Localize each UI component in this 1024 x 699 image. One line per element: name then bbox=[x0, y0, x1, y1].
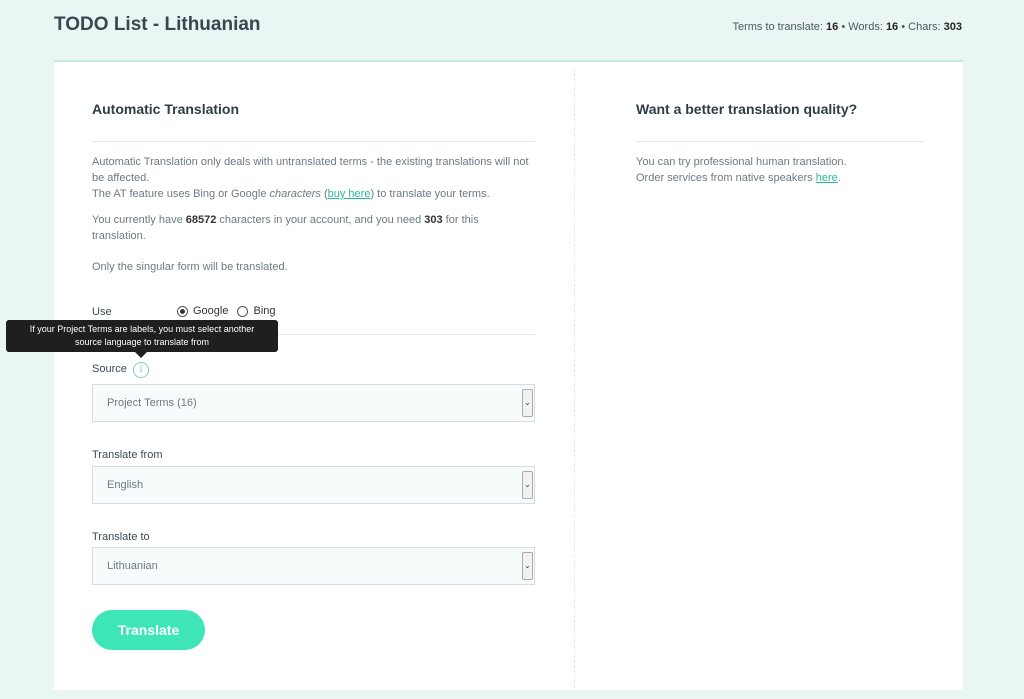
chars-label: Chars: bbox=[908, 21, 941, 33]
source-label: Source bbox=[92, 363, 127, 375]
characters-emphasis: characters bbox=[269, 188, 321, 200]
intro-text: Automatic Translation only deals with un… bbox=[92, 154, 529, 202]
words-label: Words: bbox=[848, 21, 883, 33]
balance-text-part: You currently have bbox=[92, 214, 186, 226]
human-translation-text-part: Order services from native speakers bbox=[636, 172, 816, 184]
translate-to-label: Translate to bbox=[92, 531, 150, 543]
project-stats: Terms to translate: 16 • Words: 16 • Cha… bbox=[732, 21, 962, 33]
translate-from-value: English bbox=[107, 479, 144, 491]
translate-to-value: Lithuanian bbox=[107, 560, 158, 572]
intro-line: The AT feature uses Bing or Google chara… bbox=[92, 186, 529, 202]
top-bar: TODO List - Lithuanian Terms to translat… bbox=[0, 0, 1024, 60]
use-label: Use bbox=[92, 306, 112, 318]
human-translation-line: Order services from native speakers here… bbox=[636, 170, 847, 186]
info-icon[interactable]: i bbox=[133, 362, 149, 378]
bing-radio-label[interactable]: Bing bbox=[253, 305, 275, 317]
chevron-down-icon[interactable]: ⌄ bbox=[522, 389, 533, 417]
buy-here-link[interactable]: buy here bbox=[328, 188, 371, 200]
balance-text-part: characters in your account, and you need bbox=[216, 214, 425, 226]
terms-value: 16 bbox=[826, 21, 839, 33]
page-title: TODO List - Lithuanian bbox=[54, 14, 261, 35]
words-value: 16 bbox=[885, 21, 899, 33]
needed-chars: 303 bbox=[424, 214, 443, 226]
chevron-down-icon[interactable]: ⌄ bbox=[522, 552, 533, 580]
intro-text-part: The AT feature uses Bing or Google bbox=[92, 188, 270, 200]
google-radio-label[interactable]: Google bbox=[193, 305, 228, 317]
translate-button[interactable]: Translate bbox=[92, 610, 205, 650]
human-translation-text: You can try professional human translati… bbox=[636, 154, 847, 186]
translate-to-select[interactable]: Lithuanian ⌄ bbox=[92, 547, 535, 585]
here-link[interactable]: here bbox=[816, 172, 838, 184]
terms-label: Terms to translate: bbox=[732, 21, 823, 33]
bing-radio[interactable] bbox=[237, 305, 249, 317]
translate-from-select[interactable]: English ⌄ bbox=[92, 466, 535, 504]
balance-line: translation. bbox=[92, 230, 146, 242]
google-radio[interactable] bbox=[177, 305, 188, 317]
separator: • bbox=[901, 21, 906, 33]
intro-text-part: ) to translate your terms. bbox=[370, 188, 490, 200]
balance-text: You currently have 68572 characters in y… bbox=[92, 212, 479, 244]
translation-card: Automatic Translation Automatic Translat… bbox=[54, 60, 963, 690]
intro-line: Automatic Translation only deals with un… bbox=[92, 156, 529, 168]
singular-note: Only the singular form will be translate… bbox=[92, 261, 288, 273]
balance-chars: 68572 bbox=[185, 214, 217, 226]
divider bbox=[92, 141, 535, 142]
automatic-translation-title: Automatic Translation bbox=[92, 101, 240, 117]
better-quality-title: Want a better translation quality? bbox=[636, 101, 858, 117]
balance-line: You currently have 68572 characters in y… bbox=[92, 212, 479, 228]
intro-text-part: ( bbox=[320, 188, 328, 200]
tooltip-line: source language to translate from bbox=[74, 337, 210, 347]
chevron-down-icon[interactable]: ⌄ bbox=[522, 471, 533, 499]
source-select-value: Project Terms (16) bbox=[107, 397, 197, 409]
tooltip-line: If your Project Terms are labels, you mu… bbox=[29, 324, 255, 334]
chars-value: 303 bbox=[943, 21, 962, 33]
human-translation-line: You can try professional human translati… bbox=[636, 156, 847, 168]
source-info-tooltip: If your Project Terms are labels, you mu… bbox=[6, 320, 278, 358]
human-translation-text-part: . bbox=[837, 172, 841, 184]
intro-line: be affected. bbox=[92, 172, 150, 184]
column-divider bbox=[574, 68, 575, 688]
source-select[interactable]: Project Terms (16) ⌄ bbox=[92, 384, 535, 422]
divider bbox=[636, 141, 924, 142]
translate-from-label: Translate from bbox=[92, 449, 163, 461]
balance-text-part: for this bbox=[442, 214, 479, 226]
separator: • bbox=[841, 21, 846, 33]
engine-radio-group: Google Bing bbox=[177, 305, 285, 317]
